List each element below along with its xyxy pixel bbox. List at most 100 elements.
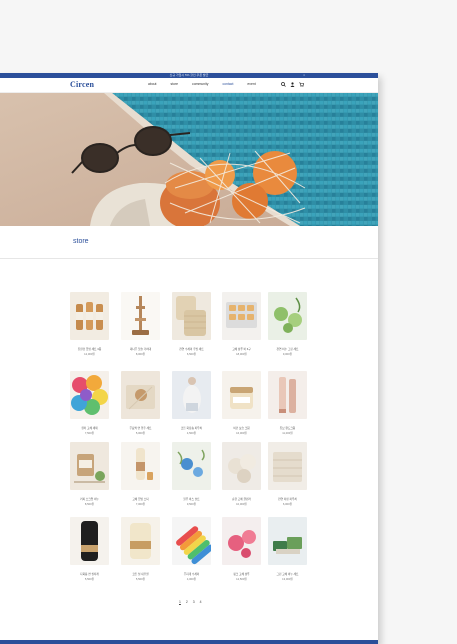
product-card[interactable]: 코튼 실 내추럴 5,500원 [121,517,160,581]
product-name[interactable]: 친환경 립밤 세트 3종 [70,347,109,351]
product-price: 12,000원 [84,353,95,356]
product-image[interactable] [222,292,261,340]
product-image[interactable] [172,442,211,490]
product-name[interactable]: 천연 리넨 파우치 [268,497,307,501]
product-name[interactable]: 비건 보습 크림 [222,426,261,430]
product-card[interactable]: 다회용 면 실타래 5,500원 [70,517,109,581]
product-card[interactable]: 블루 바스 솔트 9,500원 [172,442,211,506]
user-icon[interactable] [290,82,295,87]
product-price: 9,500원 [186,503,197,506]
hero-banner-image [0,93,378,226]
menu-item-community[interactable]: community [192,82,208,86]
product-card[interactable]: 그린 고체 비누 세트 13,000원 [268,517,307,581]
product-card[interactable]: 천연 리넨 파우치 6,000원 [268,442,307,506]
product-image[interactable] [268,442,307,490]
product-card[interactable]: 천연 수세미 주방 세트 6,500원 [172,292,211,356]
product-price: 6,500원 [186,353,197,356]
product-name[interactable]: 그린 고체 비누 세트 [268,572,307,576]
store-section-header: store [0,226,378,259]
product-card[interactable]: 코튼 화장솜 파우치 4,500원 [172,371,211,435]
product-image[interactable] [268,517,307,565]
product-card[interactable]: 핑크 고체 샴푸 12,500원 [222,517,261,581]
product-name[interactable]: 핑크 고체 샴푸 [222,572,261,576]
page-3[interactable]: 3 [193,600,195,604]
product-image[interactable] [222,442,261,490]
product-price: 8,000원 [135,353,146,356]
site-logo[interactable]: Circen [70,80,94,89]
product-image[interactable] [121,517,160,565]
product-name[interactable]: 다회용 면 실타래 [70,572,109,576]
product-name[interactable]: 천연 비누 그린 세트 [268,347,307,351]
menu-item-event[interactable]: event [247,82,255,86]
pagination: 1 2 3 4 [179,600,202,604]
product-card[interactable]: 친환경 립밤 세트 3종 12,000원 [70,292,109,356]
product-price: 4,500원 [186,432,197,435]
product-price: 6,000원 [282,503,293,506]
product-card[interactable]: 커피 스크럽 비누 8,500원 [70,442,109,506]
product-price: 4,000원 [186,578,197,581]
page-4[interactable]: 4 [200,600,202,604]
product-image[interactable] [172,292,211,340]
product-image[interactable] [70,371,109,419]
product-image[interactable] [70,442,109,490]
product-image[interactable] [121,371,160,419]
search-icon[interactable] [281,82,286,87]
product-card[interactable]: 고체 립밤 스틱 7,000원 [121,442,160,506]
product-card[interactable]: 비건 보습 크림 16,000원 [222,371,261,435]
product-card[interactable]: 고체 샴푸 바 6구 18,000원 [222,292,261,356]
main-menu: about store community contact event [148,82,256,86]
product-name[interactable]: 대나무 칫솔 거치대 [121,347,160,351]
menu-item-contact[interactable]: contact [222,82,233,86]
product-card[interactable]: 튜브 핸드크림 11,000원 [268,371,307,435]
menu-item-about[interactable]: about [148,82,157,86]
product-image[interactable] [268,292,307,340]
product-card[interactable]: 순한 고체 클렌저 10,000원 [222,442,261,506]
product-price: 16,000원 [236,432,247,435]
product-name[interactable]: 고체 립밤 스틱 [121,497,160,501]
product-name[interactable]: 무표백 면 행주 세트 [121,426,160,430]
product-price: 18,000원 [236,353,247,356]
product-name[interactable]: 블루 바스 솔트 [172,497,211,501]
product-price: 7,000원 [135,503,146,506]
product-name[interactable]: 고체 샴푸 바 6구 [222,347,261,351]
product-card[interactable]: 무표백 면 행주 세트 5,000원 [121,371,160,435]
page-1[interactable]: 1 [179,600,181,604]
navigation-bar: Circen about store community contact eve… [0,78,378,93]
footer-accent-line [0,640,378,644]
product-card[interactable]: 무지개 수세미 4,000원 [172,517,214,581]
product-name[interactable]: 튜브 핸드크림 [268,426,307,430]
product-image[interactable] [121,292,160,340]
notice-text: 신규 가입시 5% 할인 쿠폰 발급 [169,73,209,77]
product-name[interactable]: 커피 스크럽 비누 [70,497,109,501]
product-name[interactable]: 코튼 실 내추럴 [121,572,160,576]
product-card[interactable]: 대나무 칫솔 거치대 8,000원 [121,292,160,356]
product-name[interactable]: 천연 수세미 주방 세트 [172,347,211,351]
product-name[interactable]: 코튼 화장솜 파우치 [172,426,211,430]
product-image[interactable] [222,371,261,419]
product-price: 9,000원 [282,353,293,356]
product-name[interactable]: 무지개 수세미 [172,572,211,576]
product-price: 5,500원 [84,578,95,581]
cart-icon[interactable] [299,82,304,87]
product-card[interactable]: 천연 비누 그린 세트 9,000원 [268,292,307,356]
product-image[interactable] [172,371,211,419]
page-2[interactable]: 2 [186,600,188,604]
menu-item-store[interactable]: store [171,82,179,86]
product-image[interactable] [268,371,307,419]
product-price: 5,000원 [135,432,146,435]
presentation-canvas: 0- 신규 가입시 5% 할인 쿠폰 발급 × Circen about sto… [0,0,457,644]
section-title: store [73,238,89,245]
product-image[interactable] [70,517,109,565]
product-card[interactable]: 컬러 고체 세제 7,500원 [70,371,109,435]
product-image[interactable] [70,292,109,340]
product-price: 5,500원 [135,578,146,581]
product-price: 10,000원 [236,503,247,506]
product-image[interactable] [121,442,160,490]
nav-icons [281,82,304,87]
product-image[interactable] [222,517,261,565]
product-name[interactable]: 순한 고체 클렌저 [222,497,261,501]
product-name[interactable]: 컬러 고체 세제 [70,426,109,430]
product-image[interactable] [172,517,214,565]
product-price: 12,500원 [236,578,247,581]
product-price: 13,000원 [282,578,293,581]
